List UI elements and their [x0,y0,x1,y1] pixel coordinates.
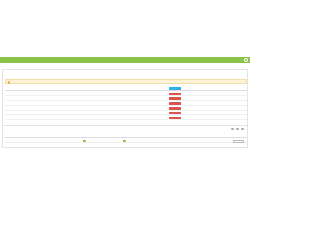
status-toggle[interactable] [123,139,126,143]
settings-icon[interactable] [236,127,239,131]
delete-button[interactable] [169,102,181,105]
table-header [5,134,247,138]
delete-button[interactable] [169,111,181,115]
table-row [5,139,247,144]
status-toggle[interactable] [83,139,86,143]
delete-button[interactable] [169,116,181,120]
row-action-button[interactable] [233,139,244,143]
main-panel [2,69,248,127]
table-header [5,86,247,91]
panel-toolbar [231,127,245,131]
secondary-panel [2,125,248,148]
primary-button[interactable] [169,87,181,90]
delete-button[interactable] [169,92,181,96]
top-navbar [0,57,250,63]
table-row [5,116,247,121]
refresh-icon[interactable] [231,127,234,131]
settings-icon[interactable] [244,58,248,62]
items-table [5,86,247,126]
delete-button[interactable] [169,106,181,110]
warning-alert [5,79,247,84]
warning-icon [7,81,11,84]
close-icon[interactable] [241,127,244,131]
delete-button[interactable] [169,97,181,101]
